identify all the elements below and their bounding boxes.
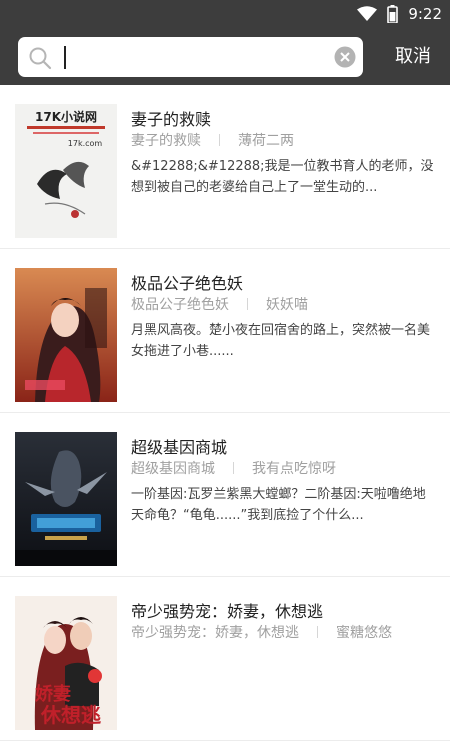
cover-title-line2: 休想逃	[40, 703, 102, 727]
book-description: 一阶基因:瓦罗兰紫黑大螳螂？二阶基因:天啦噜绝地天命龟？“龟龟......”我到…	[131, 487, 426, 523]
meta-separator	[247, 298, 248, 310]
book-meta-title: 帝少强势宠：娇妻，休想逃	[131, 625, 299, 641]
cancel-button[interactable]: 取消	[382, 37, 444, 77]
book-meta: 帝少强势宠：娇妻，休想逃 蜜糖悠悠	[131, 622, 392, 642]
list-item[interactable]: 极品公子绝色妖 极品公子绝色妖 妖妖喵 月黑风高夜。楚小夜在回宿舍的路上，突然被…	[0, 249, 450, 413]
book-description	[131, 648, 435, 690]
book-meta-title: 极品公子绝色妖	[131, 297, 229, 313]
status-icons: 9:22	[357, 5, 442, 23]
book-author: 蜜糖悠悠	[336, 625, 392, 641]
status-time: 9:22	[408, 5, 442, 23]
book-title: 妻子的救赎	[131, 110, 212, 129]
meta-separator	[219, 134, 220, 146]
status-bar: 9:22	[0, 0, 450, 30]
wifi-icon	[357, 6, 387, 22]
book-meta-title: 超级基因商城	[131, 461, 215, 477]
book-cover[interactable]	[15, 268, 117, 402]
book-title: 极品公子绝色妖	[131, 274, 244, 293]
cover-logo-text: 17K小说网	[35, 109, 97, 124]
book-description: 月黑风高夜。楚小夜在回宿舍的路上，突然被一名美女拖进了小巷......	[131, 323, 431, 359]
book-title: 帝少强势宠：娇妻，休想逃	[131, 602, 324, 621]
book-author: 薄荷二两	[238, 133, 294, 149]
book-title: 超级基因商城	[131, 438, 228, 457]
list-item[interactable]: 超级基因商城 超级基因商城 我有点吃惊呀 一阶基因:瓦罗兰紫黑大螳螂？二阶基因:…	[0, 413, 450, 577]
book-author: 我有点吃惊呀	[252, 461, 336, 477]
book-meta-title: 妻子的救赎	[131, 133, 201, 149]
cover-title-line1: 娇妻	[35, 683, 71, 705]
list-item[interactable]: 17K小说网 17k.com 妻子的救赎 妻子的救赎 薄荷二两 &#12288;…	[0, 85, 450, 249]
book-meta: 极品公子绝色妖 妖妖喵	[131, 294, 308, 314]
battery-icon	[387, 5, 408, 23]
book-cover[interactable]	[15, 432, 117, 566]
clear-icon[interactable]	[334, 46, 356, 72]
book-meta: 妻子的救赎 薄荷二两	[131, 130, 294, 150]
book-description: &#12288;&#12288;我是一位教书育人的老师，没想到被自己的老婆给自己…	[131, 159, 434, 195]
book-cover[interactable]: 17K小说网 17k.com	[15, 104, 117, 238]
book-author: 妖妖喵	[266, 297, 308, 313]
cover-site-text: 17k.com	[68, 139, 103, 148]
book-meta: 超级基因商城 我有点吃惊呀	[131, 458, 336, 478]
search-header: 取消	[0, 30, 450, 85]
list-item[interactable]: 娇妻 休想逃 帝少强势宠：娇妻，休想逃 帝少强势宠：娇妻，休想逃 蜜糖悠悠	[0, 577, 450, 741]
book-cover[interactable]: 娇妻 休想逃	[15, 596, 117, 730]
meta-separator	[317, 626, 318, 638]
search-input[interactable]	[18, 37, 363, 77]
search-icon	[28, 46, 52, 74]
meta-separator	[233, 462, 234, 474]
search-results-list: 17K小说网 17k.com 妻子的救赎 妻子的救赎 薄荷二两 &#12288;…	[0, 85, 450, 741]
text-cursor	[64, 46, 66, 69]
